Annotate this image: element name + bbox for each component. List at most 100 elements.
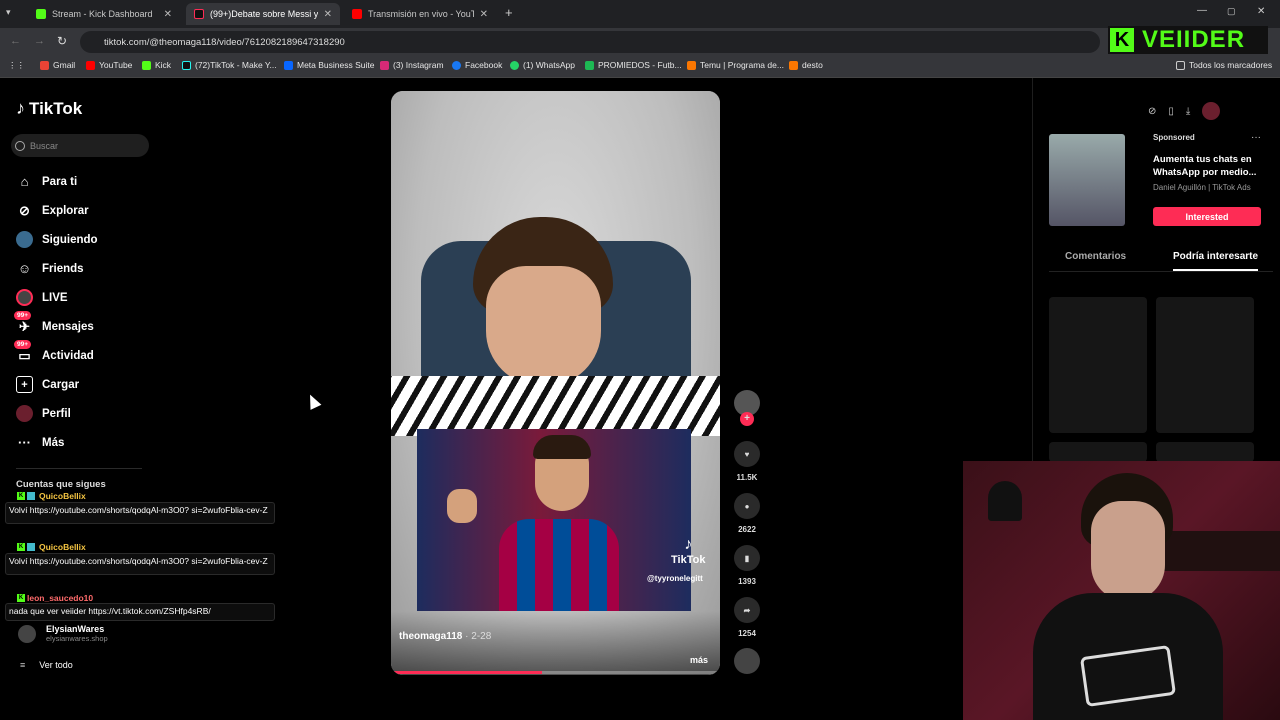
list-icon: ≡ [20, 660, 26, 670]
nav-live[interactable]: LIVE [16, 289, 68, 306]
sub-badge-icon [27, 543, 35, 551]
nav-label: Cargar [42, 378, 80, 391]
video-player[interactable]: ♪ TikTok @tyyronelegitt theomaga118 · 2-… [391, 91, 720, 675]
nav-label: LIVE [42, 291, 68, 304]
gmail-icon [40, 60, 49, 70]
suggested-thumbnail[interactable] [1049, 442, 1147, 462]
bookmark-desto[interactable]: desto [789, 60, 823, 70]
messi-inset-image [417, 429, 691, 611]
share-button[interactable]: ➦ 1254 [733, 597, 761, 638]
bookmark-facebook[interactable]: Facebook [452, 60, 502, 70]
activity-icon: ▭ 99+ [14, 340, 33, 364]
interested-button[interactable]: Interested [1153, 207, 1261, 226]
minimize-button[interactable]: — [1197, 5, 1207, 16]
bookmark-tiktok[interactable]: (72)TikTok - Make Y... [182, 60, 277, 70]
like-button[interactable]: ♥ 11.5K [733, 441, 761, 482]
close-icon[interactable]: ✕ [480, 9, 488, 20]
temu-icon [687, 60, 696, 70]
messi-fist [447, 489, 477, 523]
nav-mensajes[interactable]: ✈ 99+ Mensajes [14, 311, 94, 335]
search-input[interactable]: Buscar [11, 134, 149, 157]
facebook-icon [452, 60, 461, 70]
comment-count: 2622 [738, 525, 756, 534]
tiktok-icon [194, 9, 204, 19]
more-options-icon[interactable]: ··· [1251, 132, 1261, 143]
webcam-shelf [1163, 531, 1280, 571]
browser-tab-tiktok[interactable]: (99+)Debate sobre Messi y ✕ [186, 3, 340, 25]
whatsapp-icon [510, 60, 519, 70]
see-all-link[interactable]: ≡ Ver todo [20, 660, 73, 670]
following-account[interactable]: ElysianWares elysianwares.shop [18, 624, 108, 643]
close-window-button[interactable]: ✕ [1257, 6, 1265, 17]
nav-mas[interactable]: ··· Más [16, 434, 64, 451]
sound-disc[interactable] [733, 648, 761, 680]
bookmark-whatsapp[interactable]: (1) WhatsApp [510, 60, 575, 70]
author-avatar[interactable]: + [733, 390, 761, 426]
close-icon[interactable]: ✕ [164, 9, 172, 20]
nav-label: Perfil [42, 407, 71, 420]
video-author: theomaga118 [399, 631, 463, 642]
bookmark-promiedos[interactable]: PROMIEDOS - Futb... [585, 60, 682, 70]
follow-plus-icon[interactable]: + [740, 412, 754, 426]
nav-explorar[interactable]: ⊘ Explorar [16, 202, 89, 219]
nav-siguiendo[interactable]: Siguiendo [16, 231, 98, 248]
nav-actividad[interactable]: ▭ 99+ Actividad [14, 340, 94, 364]
bookmark-gmail[interactable]: Gmail [40, 60, 75, 70]
maximize-button[interactable]: ▢ [1227, 6, 1236, 17]
nav-friends[interactable]: ☺ Friends [16, 260, 84, 277]
bookmark-youtube[interactable]: YouTube [86, 60, 132, 70]
bookmark-temu[interactable]: Temu | Programa de... [687, 60, 784, 70]
bookmark-meta[interactable]: Meta Business Suite [284, 60, 374, 70]
phone-icon[interactable]: ▯ [1168, 106, 1174, 117]
browser-tab-kick[interactable]: Stream - Kick Dashboard ✕ [28, 3, 180, 25]
video-author-line[interactable]: theomaga118 · 2-28 [399, 631, 491, 642]
all-bookmarks[interactable]: Todos los marcadores [1176, 60, 1272, 70]
apps-icon[interactable]: ⋮⋮ [8, 60, 25, 71]
save-button[interactable]: ▮ 1393 [733, 545, 761, 586]
sub-badge-icon [27, 492, 35, 500]
avatar[interactable] [1202, 102, 1221, 120]
close-icon[interactable]: ✕ [324, 9, 332, 20]
tab-divider [1049, 271, 1273, 272]
tab-list-icon[interactable]: ▾ [6, 7, 11, 18]
reload-icon[interactable]: ↻ [57, 34, 67, 48]
tiktok-logo[interactable]: ♪ TikTok [16, 98, 82, 119]
suggested-thumbnail[interactable] [1049, 297, 1147, 433]
webcam-overlay [963, 461, 1280, 720]
heart-icon: ♥ [734, 441, 760, 467]
nav-perfil[interactable]: Perfil [16, 405, 71, 422]
download-icon[interactable]: ⤓ [1186, 106, 1190, 117]
like-count: 11.5K [736, 473, 758, 482]
folder-icon [1176, 60, 1185, 70]
bookmark-label: Kick [155, 60, 172, 70]
tab-suggested[interactable]: Podría interesarte [1173, 251, 1258, 262]
suggested-thumbnail[interactable] [1156, 297, 1254, 433]
compass-icon[interactable]: ⊘ [1148, 106, 1156, 117]
youtube-icon [352, 9, 362, 19]
browser-tab-youtube[interactable]: Transmisión en vivo - YouTube ✕ [344, 3, 496, 25]
bookmark-kick[interactable]: Kick [142, 60, 171, 70]
nav-cargar[interactable]: + Cargar [16, 376, 79, 393]
profile-avatar-icon [16, 405, 33, 422]
chat-text: Volví https://youtube.com/shorts/qodqAl-… [9, 556, 268, 566]
nav-para-ti[interactable]: ⌂ Para ti [16, 173, 78, 190]
forward-icon[interactable]: → [34, 35, 45, 47]
bookmark-label: Facebook [465, 60, 503, 70]
tab-comments[interactable]: Comentarios [1065, 251, 1126, 262]
comment-button[interactable]: ● 2622 [733, 493, 761, 534]
bookmark-instagram[interactable]: (3) Instagram [380, 60, 444, 70]
meta-icon [284, 60, 293, 70]
home-icon: ⌂ [20, 174, 29, 189]
watermark-text: TikTok [671, 554, 706, 566]
tiktok-icon [182, 60, 191, 70]
back-icon[interactable]: ← [10, 35, 21, 47]
more-link[interactable]: más [690, 655, 708, 665]
new-tab-button[interactable]: + [505, 5, 513, 20]
ad-thumbnail[interactable] [1049, 134, 1125, 226]
folder-icon [789, 60, 798, 70]
watermark-user: @tyyronelegitt [647, 574, 703, 583]
progress-track[interactable] [391, 671, 720, 674]
address-bar[interactable]: tiktok.com/@theomaga118/video/7612082189… [80, 31, 1100, 53]
ad-title[interactable]: Aumenta tus chats en WhatsApp por medio.… [1153, 153, 1271, 179]
suggested-thumbnail[interactable] [1156, 442, 1254, 462]
